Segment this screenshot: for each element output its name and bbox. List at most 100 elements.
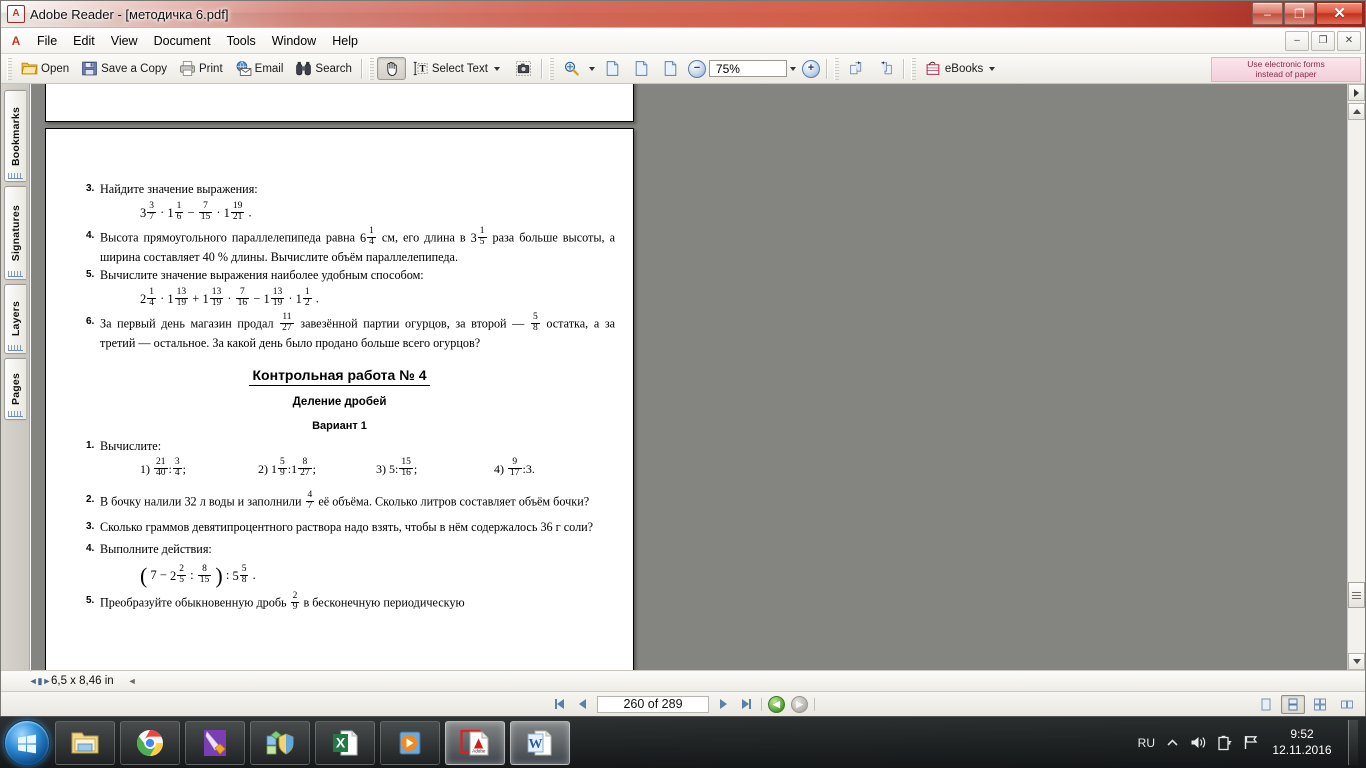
page-icon-2 — [635, 61, 648, 76]
document-viewport[interactable]: 3. Найдите значение выражения: 3 3 7 · 1… — [30, 84, 1347, 670]
continuous-facing-view-button[interactable] — [1335, 695, 1359, 714]
taskbar-paint-app[interactable] — [185, 720, 245, 765]
clock[interactable]: 9:52 12.11.2016 — [1268, 727, 1336, 758]
open-button[interactable]: Open — [15, 57, 75, 80]
volume-button[interactable] — [1190, 734, 1207, 751]
ebooks-button[interactable]: eBooks — [919, 57, 1004, 80]
taskbar-word[interactable]: W — [510, 720, 570, 765]
minimize-button[interactable]: – — [1252, 2, 1283, 25]
first-page-button[interactable] — [551, 697, 568, 712]
eqlist-3-sep: : — [395, 462, 399, 477]
taskbar-excel[interactable]: X — [315, 720, 375, 765]
continuous-view-button[interactable] — [1281, 695, 1305, 714]
toolbar-grip[interactable] — [7, 57, 12, 80]
scroll-up-button[interactable] — [1348, 103, 1365, 120]
document-restore-button[interactable]: ❐ — [1311, 31, 1335, 51]
document-close-button[interactable]: ✕ — [1337, 31, 1361, 51]
go-back-button[interactable]: ◀ — [768, 695, 785, 713]
problem-b2-den: 7 — [305, 500, 315, 511]
zoom-dropdown-icon[interactable] — [789, 66, 796, 71]
scrollbar-thumb[interactable] — [1348, 582, 1365, 608]
ebooks-dropdown-icon[interactable] — [989, 66, 996, 71]
sidebar-tab-bookmarks[interactable]: Bookmarks — [4, 90, 26, 182]
sidebar-tab-layers[interactable]: Layers — [4, 284, 26, 354]
menu-edit[interactable]: Edit — [65, 31, 103, 51]
print-button[interactable]: Print — [173, 57, 229, 80]
toolbar-grip-2[interactable] — [368, 57, 374, 80]
start-button[interactable] — [4, 719, 50, 766]
menu-tools[interactable]: Tools — [219, 31, 264, 51]
sidebar-tab-pages[interactable]: Pages — [4, 358, 26, 420]
rotate-counterclockwise-button[interactable] — [871, 57, 900, 80]
page-icon-1 — [606, 61, 619, 76]
taskbar-media-player[interactable] — [380, 720, 440, 765]
eq4-term-c: 5 5 8 — [232, 564, 249, 587]
actual-size-button[interactable] — [598, 57, 627, 80]
taskbar-chrome[interactable] — [120, 720, 180, 765]
fit-page-button[interactable] — [627, 57, 656, 80]
eq5-c-den: 19 — [209, 297, 224, 308]
next-page-button[interactable] — [715, 697, 732, 712]
zoom-out-button[interactable]: − — [687, 59, 706, 78]
electronic-forms-ad[interactable]: Use electronic forms instead of paper — [1211, 57, 1361, 82]
printer-icon — [180, 61, 195, 76]
maximize-button[interactable]: ❐ — [1284, 2, 1315, 25]
hand-tool-button[interactable] — [376, 57, 406, 80]
zoom-tool-button[interactable] — [557, 57, 586, 80]
taskbar-explorer[interactable] — [55, 720, 115, 765]
camera-icon — [516, 61, 531, 76]
last-page-bar-icon — [749, 699, 751, 709]
rotate-clockwise-button[interactable] — [842, 57, 871, 80]
menu-window[interactable]: Window — [264, 31, 324, 51]
taskbar-security-app[interactable] — [250, 720, 310, 765]
eq3-b-den: 6 — [174, 211, 184, 222]
scroll-nav-button[interactable] — [1348, 84, 1365, 101]
view-mode-buttons — [1254, 695, 1359, 714]
sidebar-tab-signatures[interactable]: Signatures — [4, 186, 26, 280]
magnifier-icon — [564, 61, 579, 76]
search-button[interactable]: Search — [289, 57, 357, 80]
page-number-indicator[interactable]: 260 of 289 — [597, 695, 709, 713]
menu-document[interactable]: Document — [146, 31, 219, 51]
menu-file[interactable]: File — [29, 31, 65, 51]
fit-width-button[interactable] — [656, 57, 685, 80]
zoom-tool-dropdown-icon[interactable] — [588, 66, 595, 71]
vertical-scrollbar[interactable] — [1347, 84, 1365, 670]
toolbar-grip-3[interactable] — [548, 57, 554, 80]
scroll-up-icon — [1352, 109, 1361, 114]
save-a-copy-button[interactable]: Save a Copy — [75, 57, 173, 80]
problem-6-a-den: 27 — [280, 322, 294, 333]
last-page-button[interactable] — [738, 697, 755, 712]
facing-view-button[interactable] — [1308, 695, 1332, 714]
document-minimize-button[interactable]: – — [1285, 31, 1309, 51]
single-page-view-button[interactable] — [1254, 695, 1278, 714]
problem-4-a-num: 1 — [369, 225, 374, 236]
email-button[interactable]: Email — [229, 57, 290, 80]
menu-help[interactable]: Help — [324, 31, 366, 51]
language-indicator[interactable]: RU — [1138, 736, 1155, 750]
taskbar-adobe-reader[interactable]: Adobe — [445, 720, 505, 765]
previous-page-button[interactable] — [574, 697, 591, 712]
resize-handle-icon[interactable]: ◄▮► — [29, 674, 52, 688]
toolbar-grip-5[interactable] — [910, 57, 916, 80]
problem-b5-num: 2 — [292, 591, 298, 602]
toolbar-grip-4[interactable] — [833, 57, 839, 80]
select-text-button[interactable]: T Select Text — [406, 57, 509, 80]
section-title-text: Контрольная работа № 4 — [248, 367, 431, 387]
show-desktop-button[interactable] — [1348, 720, 1358, 765]
battery-button[interactable] — [1216, 734, 1233, 751]
show-hidden-icons-button[interactable] — [1164, 734, 1181, 751]
action-center-button[interactable] — [1242, 734, 1259, 751]
scroll-down-button[interactable] — [1348, 653, 1365, 670]
menu-view[interactable]: View — [103, 31, 146, 51]
zoom-in-button[interactable]: + — [801, 59, 820, 78]
eq5-c-fraction: 13 19 — [209, 287, 224, 309]
close-button[interactable]: ✕ — [1316, 2, 1363, 25]
eqlist-1-a-den: 40 — [154, 468, 168, 478]
zoom-level-input[interactable]: 75% — [708, 60, 787, 77]
snapshot-button[interactable] — [509, 57, 538, 80]
pane-collapse-icon[interactable]: ◄ — [128, 676, 137, 686]
problem-b2-num: 4 — [307, 489, 313, 500]
go-forward-button[interactable]: ▶ — [791, 695, 808, 713]
select-text-dropdown-icon[interactable] — [493, 66, 500, 71]
